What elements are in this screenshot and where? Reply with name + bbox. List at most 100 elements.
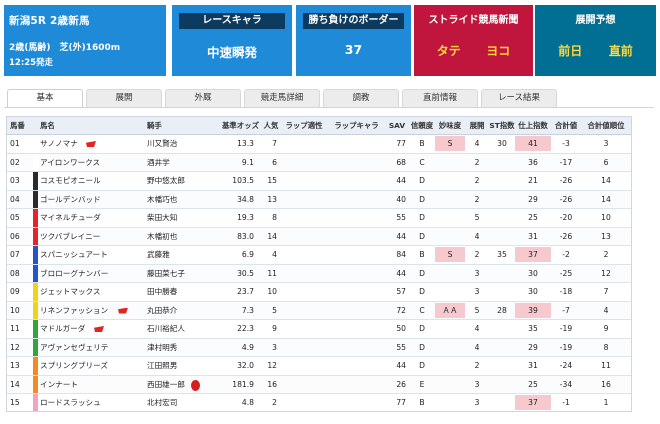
lap-aptitude xyxy=(280,376,328,394)
horse-name[interactable]: ゴールデンバッド xyxy=(38,191,145,209)
stride-yoko-link[interactable]: ヨコ xyxy=(486,42,510,59)
forecast-just-before-link[interactable]: 直前 xyxy=(609,42,633,59)
horse-name[interactable]: リネンファッション xyxy=(38,302,145,320)
header-total-rank[interactable]: 合計値順位 xyxy=(581,117,631,134)
header-lap-aptitude[interactable]: ラップ適性 xyxy=(280,117,328,134)
tab-training[interactable]: 調教 xyxy=(323,89,399,107)
table-row[interactable]: 05 マイネルチューダ 柴田大知 19.3 8 55 D 5 25 -20 10 xyxy=(7,209,631,228)
horse-name[interactable]: コスモピオニール xyxy=(38,172,145,190)
finish-index: 25 xyxy=(528,213,538,223)
base-odds: 19.3 xyxy=(237,213,254,223)
jockey-name[interactable]: 西田雄一郎 xyxy=(145,376,219,394)
table-row[interactable]: 03 コスモピオニール 野中悠太郎 103.5 15 44 D 2 21 -26 14 xyxy=(7,172,631,191)
header-base-odds[interactable]: 基準オッズ xyxy=(219,117,262,134)
sav-value: 68 xyxy=(396,157,406,167)
total-rank: 12 xyxy=(601,268,611,278)
race-condition: 2歳(馬齢) 芝(外)1600m xyxy=(9,43,121,53)
horse-name[interactable]: サノノマナ xyxy=(38,135,145,153)
value-degree xyxy=(435,209,465,227)
jockey-name[interactable]: 木幡初也 xyxy=(145,228,219,246)
lap-character xyxy=(328,228,385,246)
jockey-name[interactable]: 北村宏司 xyxy=(145,394,219,411)
table-row[interactable]: 02 アイロンワークス 酒井学 9.1 6 68 C 2 36 -17 6 xyxy=(7,153,631,172)
horse-name[interactable]: ツクバブレイニー xyxy=(38,228,145,246)
header-value-degree[interactable]: 妙味度 xyxy=(435,117,465,134)
header-finish-index[interactable]: 仕上指数 xyxy=(515,117,551,134)
tab-pace[interactable]: 展開 xyxy=(86,89,162,107)
finish-index: 25 xyxy=(528,379,538,389)
tab-basic[interactable]: 基本 xyxy=(7,89,83,107)
total-rank: 4 xyxy=(603,305,609,315)
header-total[interactable]: 合計値 xyxy=(551,117,581,134)
total-value: -2 xyxy=(562,250,570,260)
tab-pre-race-info[interactable]: 直前情報 xyxy=(402,89,478,107)
header-pace[interactable]: 展開 xyxy=(465,117,489,134)
table-row[interactable]: 07 スパニッシュアート 武藤雅 6.9 4 84 B S 2 35 37 -2 2 xyxy=(7,246,631,265)
header-horse-number[interactable]: 馬番 xyxy=(7,117,33,134)
jockey-name[interactable]: 川又賢治 xyxy=(145,135,219,153)
jockey-name[interactable]: 酒井学 xyxy=(145,154,219,172)
total-value: -26 xyxy=(559,176,573,186)
header-reliability[interactable]: 信頼度 xyxy=(409,117,435,134)
sav-value: 44 xyxy=(396,268,406,278)
horse-number: 10 xyxy=(10,305,20,315)
header-horse-name[interactable]: 馬名 xyxy=(38,117,145,134)
header-popularity[interactable]: 人気 xyxy=(262,117,280,134)
horse-name[interactable]: スパニッシュアート xyxy=(38,246,145,264)
jockey-name[interactable]: 野中悠太郎 xyxy=(145,172,219,190)
lap-character xyxy=(328,357,385,375)
table-row[interactable]: 15 ロードスラッシュ 北村宏司 4.8 2 77 B 3 37 -1 1 xyxy=(7,394,631,411)
table-row[interactable]: 14 インナート 西田雄一郎 181.9 16 26 E 3 25 -34 16 xyxy=(7,375,631,394)
table-row[interactable]: 11 マドルガーダ 石川裕紀人 22.3 9 50 D 4 35 -19 9 xyxy=(7,320,631,339)
jockey-name[interactable]: 江田照男 xyxy=(145,357,219,375)
sav-value: 44 xyxy=(396,361,406,371)
tab-horse-details[interactable]: 競走馬詳細 xyxy=(244,89,320,107)
header-sav[interactable]: SAV xyxy=(385,117,409,134)
pace-forecast-card[interactable]: 展開予想 前日 直前 xyxy=(535,5,656,76)
race-character-value: 中速瞬発 xyxy=(206,45,257,60)
pace-value: 3 xyxy=(474,398,480,408)
popularity: 8 xyxy=(272,213,277,223)
jockey-name[interactable]: 武藤雅 xyxy=(145,246,219,264)
horse-name[interactable]: アヴァンセヴェリテ xyxy=(38,339,145,357)
reliability: D xyxy=(419,176,425,186)
forecast-previous-day-link[interactable]: 前日 xyxy=(558,42,582,59)
header-st-index[interactable]: ST指数 xyxy=(489,117,515,134)
jockey-name[interactable]: 丸田恭介 xyxy=(145,302,219,320)
table-row[interactable]: 06 ツクバブレイニー 木幡初也 83.0 14 44 D 4 31 -26 13 xyxy=(7,227,631,246)
horse-name[interactable]: インナート xyxy=(38,376,145,394)
header-lap-character[interactable]: ラップキャラ xyxy=(328,117,385,134)
table-row[interactable]: 12 アヴァンセヴェリテ 津村明秀 4.9 3 55 D 4 29 -19 8 xyxy=(7,338,631,357)
race-summary-cards: 新潟5R 2歳新馬 2歳(馬齢) 芝(外)1600m 12:25発走 レースキャ… xyxy=(4,5,656,76)
red-flag-icon xyxy=(118,307,128,314)
popularity: 5 xyxy=(272,305,277,315)
total-rank: 3 xyxy=(603,139,609,149)
horse-name[interactable]: スプリングブリーズ xyxy=(38,357,145,375)
jockey-name[interactable]: 木幡巧也 xyxy=(145,191,219,209)
tab-race-result[interactable]: レース結果 xyxy=(481,89,557,107)
jockey-name[interactable]: 藤田菜七子 xyxy=(145,265,219,283)
value-degree xyxy=(435,172,465,190)
table-row[interactable]: 10 リネンファッション 丸田恭介 7.3 5 72 C ＡＡ 5 28 39 -7 4 xyxy=(7,301,631,320)
table-row[interactable]: 08 ブロローグナンバー 藤田菜七子 30.5 11 44 D 3 30 -25 12 xyxy=(7,264,631,283)
header-jockey[interactable]: 騎手 xyxy=(145,117,219,134)
st-index xyxy=(489,265,515,283)
horse-name[interactable]: マイネルチューダ xyxy=(38,209,145,227)
total-value: -19 xyxy=(559,324,573,334)
horse-name[interactable]: アイロンワークス xyxy=(38,154,145,172)
table-row[interactable]: 09 ジェットマックス 田中勝春 23.7 10 57 D 3 30 -18 7 xyxy=(7,283,631,302)
horse-name[interactable]: ジェットマックス xyxy=(38,283,145,301)
horse-name[interactable]: ブロローグナンバー xyxy=(38,265,145,283)
stride-newspaper-card[interactable]: ストライド競馬新聞 タテ ヨコ xyxy=(414,5,533,76)
jockey-name[interactable]: 津村明秀 xyxy=(145,339,219,357)
table-row[interactable]: 01 サノノマナ 川又賢治 13.3 7 77 B S 4 30 41 -3 3 xyxy=(7,135,631,154)
jockey-name[interactable]: 石川裕紀人 xyxy=(145,320,219,338)
table-row[interactable]: 04 ゴールデンバッド 木幡巧也 34.8 13 40 D 2 29 -26 14 xyxy=(7,190,631,209)
tab-outside-stable[interactable]: 外厩 xyxy=(165,89,241,107)
jockey-name[interactable]: 柴田大知 xyxy=(145,209,219,227)
horse-name[interactable]: ロードスラッシュ xyxy=(38,394,145,411)
stride-tate-link[interactable]: タテ xyxy=(437,42,461,59)
jockey-name[interactable]: 田中勝春 xyxy=(145,283,219,301)
horse-name[interactable]: マドルガーダ xyxy=(38,320,145,338)
table-row[interactable]: 13 スプリングブリーズ 江田照男 32.0 12 44 D 2 31 -24 11 xyxy=(7,357,631,376)
